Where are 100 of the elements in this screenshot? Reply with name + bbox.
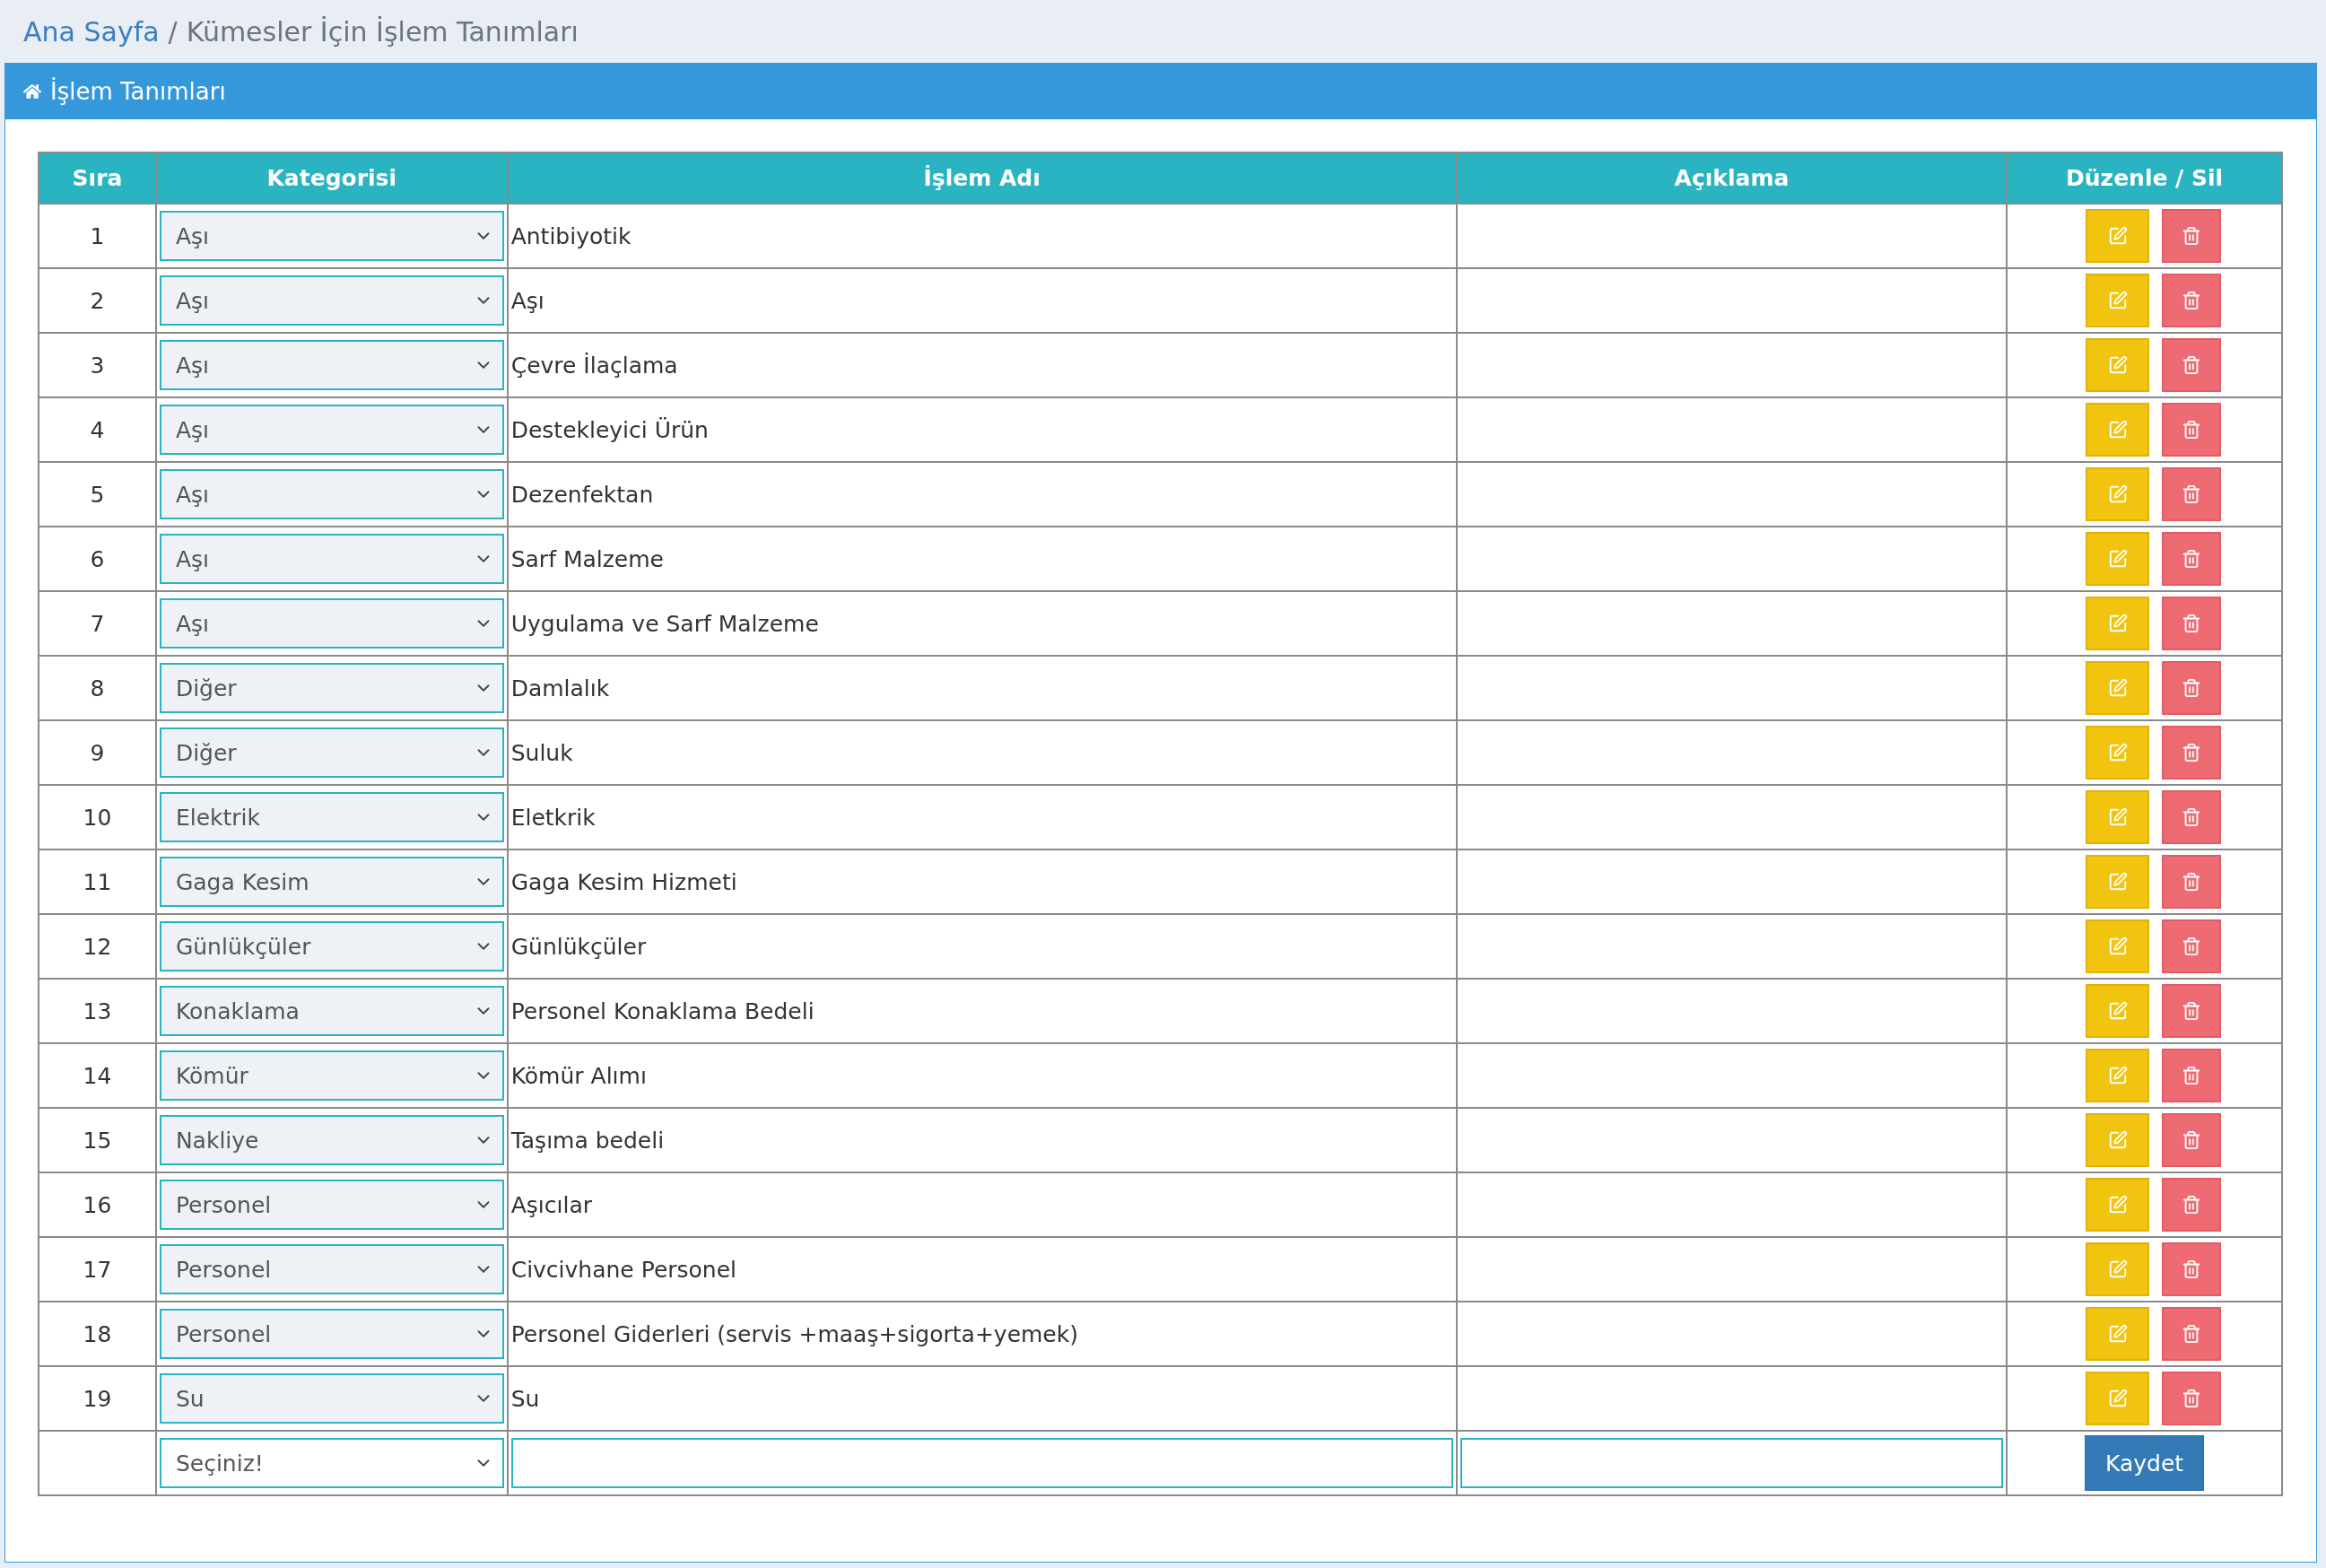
edit-button[interactable] xyxy=(2086,403,2150,457)
trash-icon xyxy=(2182,743,2202,762)
category-select[interactable]: Su xyxy=(159,1373,504,1424)
operation-name: Suluk xyxy=(507,720,1457,785)
category-select[interactable]: Aşı xyxy=(159,211,504,261)
edit-icon xyxy=(2107,1259,2128,1279)
row-number: 1 xyxy=(39,204,156,268)
edit-button[interactable] xyxy=(2086,984,2150,1038)
edit-button[interactable] xyxy=(2086,209,2150,263)
edit-button[interactable] xyxy=(2086,790,2150,844)
operation-name: Eletkrik xyxy=(507,785,1457,849)
category-select[interactable]: Konaklama xyxy=(159,986,504,1036)
edit-button[interactable] xyxy=(2086,1372,2150,1425)
category-select[interactable]: Gaga Kesim xyxy=(159,857,504,907)
edit-button[interactable] xyxy=(2086,1242,2150,1296)
edit-icon xyxy=(2107,678,2128,698)
operation-name: Civcivhane Personel xyxy=(507,1237,1457,1302)
category-select[interactable]: Aşı xyxy=(159,405,504,455)
delete-button[interactable] xyxy=(2162,1178,2222,1232)
operation-name: Dezenfektan xyxy=(507,462,1457,527)
delete-button[interactable] xyxy=(2162,274,2222,327)
edit-button[interactable] xyxy=(2086,661,2150,715)
category-select[interactable]: Nakliye xyxy=(159,1115,504,1165)
trash-icon xyxy=(2182,1066,2202,1085)
edit-button[interactable] xyxy=(2086,338,2150,392)
delete-button[interactable] xyxy=(2162,1049,2222,1102)
page-title: Kümesler İçin İşlem Tanımları xyxy=(186,15,579,48)
edit-button[interactable] xyxy=(2086,597,2150,650)
delete-button[interactable] xyxy=(2162,1307,2222,1361)
category-select[interactable]: Aşı xyxy=(159,598,504,649)
category-select[interactable]: Seçiniz! xyxy=(159,1438,504,1488)
delete-button[interactable] xyxy=(2162,661,2222,715)
edit-icon xyxy=(2107,1324,2128,1344)
trash-icon xyxy=(2182,1130,2202,1150)
delete-button[interactable] xyxy=(2162,338,2222,392)
operation-name: Uygulama ve Sarf Malzeme xyxy=(507,591,1457,656)
row-number: 9 xyxy=(39,720,156,785)
trash-icon xyxy=(2182,1324,2202,1344)
edit-icon xyxy=(2107,549,2128,569)
delete-button[interactable] xyxy=(2162,403,2222,457)
delete-button[interactable] xyxy=(2162,855,2222,909)
column-header: Açıklama xyxy=(1456,152,2008,204)
edit-button[interactable] xyxy=(2086,1049,2150,1102)
delete-button[interactable] xyxy=(2162,532,2222,586)
category-select[interactable]: Diğer xyxy=(159,727,504,778)
trash-icon xyxy=(2182,484,2202,504)
trash-icon xyxy=(2182,1389,2202,1408)
trash-icon xyxy=(2182,1001,2202,1021)
edit-button[interactable] xyxy=(2086,1307,2150,1361)
row-number: 13 xyxy=(39,979,156,1043)
operation-name: Kömür Alımı xyxy=(507,1043,1457,1108)
operation-name: Sarf Malzeme xyxy=(507,527,1457,591)
category-select[interactable]: Aşı xyxy=(159,275,504,326)
category-select[interactable]: Diğer xyxy=(159,663,504,713)
edit-icon xyxy=(2107,1195,2128,1215)
delete-button[interactable] xyxy=(2162,726,2222,780)
category-select[interactable]: Aşı xyxy=(159,469,504,519)
delete-button[interactable] xyxy=(2162,1113,2222,1167)
category-select[interactable]: Aşı xyxy=(159,534,504,584)
edit-icon xyxy=(2107,614,2128,633)
edit-button[interactable] xyxy=(2086,1113,2150,1167)
edit-button[interactable] xyxy=(2086,855,2150,909)
operation-name: Damlalık xyxy=(507,656,1457,720)
row-number: 16 xyxy=(39,1172,156,1237)
home-link[interactable]: Ana Sayfa xyxy=(23,15,160,48)
delete-button[interactable] xyxy=(2162,984,2222,1038)
delete-button[interactable] xyxy=(2162,919,2222,973)
breadcrumb-separator: / xyxy=(168,15,178,48)
category-select[interactable]: Personel xyxy=(159,1244,504,1294)
edit-button[interactable] xyxy=(2086,1178,2150,1232)
category-select[interactable]: Personel xyxy=(159,1309,504,1359)
edit-button[interactable] xyxy=(2086,274,2150,327)
delete-button[interactable] xyxy=(2162,1372,2222,1425)
row-number: 3 xyxy=(39,333,156,397)
delete-button[interactable] xyxy=(2162,1242,2222,1296)
name-input[interactable] xyxy=(510,1438,1453,1488)
category-select[interactable]: Aşı xyxy=(159,340,504,390)
category-select[interactable]: Elektrik xyxy=(159,792,504,842)
operation-name: Aşıcılar xyxy=(507,1172,1457,1237)
delete-button[interactable] xyxy=(2162,467,2222,521)
panel-title: İşlem Tanımları xyxy=(50,78,226,105)
category-select[interactable]: Günlükçüler xyxy=(159,921,504,971)
edit-button[interactable] xyxy=(2086,919,2150,973)
category-select[interactable]: Personel xyxy=(159,1180,504,1230)
delete-button[interactable] xyxy=(2162,597,2222,650)
edit-button[interactable] xyxy=(2086,726,2150,780)
delete-button[interactable] xyxy=(2162,790,2222,844)
edit-button[interactable] xyxy=(2086,467,2150,521)
row-number: 18 xyxy=(39,1302,156,1366)
edit-icon xyxy=(2107,743,2128,762)
delete-button[interactable] xyxy=(2162,209,2222,263)
category-select[interactable]: Kömür xyxy=(159,1050,504,1101)
operation-name: Taşıma bedeli xyxy=(507,1108,1457,1172)
row-number: 6 xyxy=(39,527,156,591)
operation-name: Çevre İlaçlama xyxy=(507,333,1457,397)
trash-icon xyxy=(2182,420,2202,440)
description-input[interactable] xyxy=(1459,1438,2004,1488)
save-button[interactable]: Kaydet xyxy=(2085,1435,2205,1491)
edit-button[interactable] xyxy=(2086,532,2150,586)
row-number: 19 xyxy=(39,1366,156,1431)
